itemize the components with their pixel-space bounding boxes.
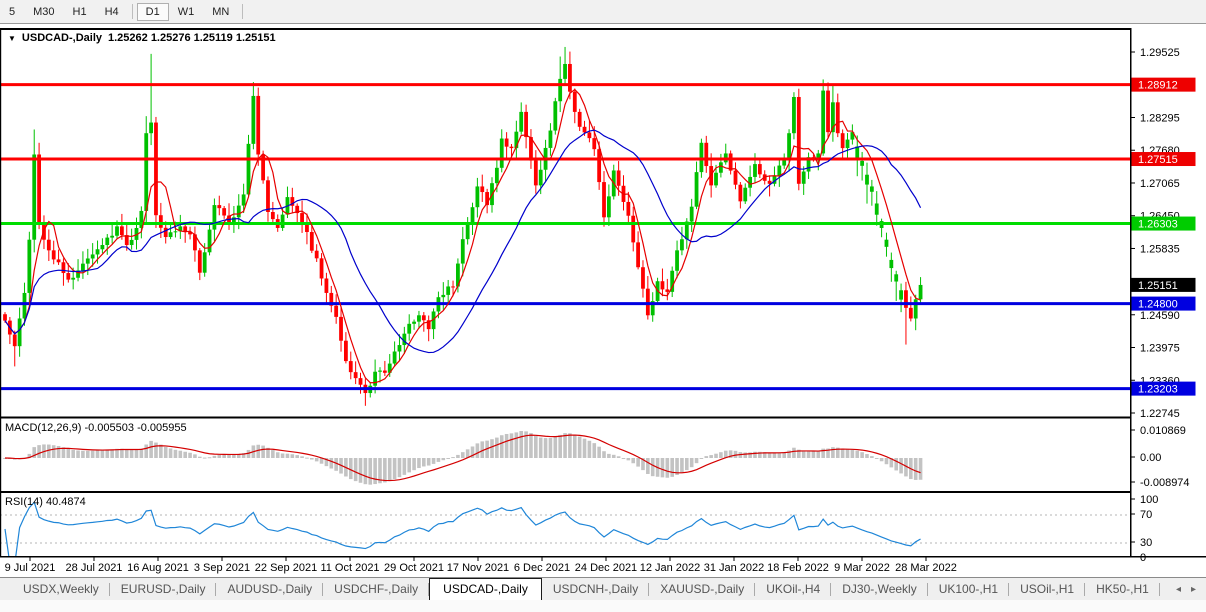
- chart-left-border: [0, 28, 2, 558]
- chart-title: ▼ USDCAD-,Daily 1.25262 1.25276 1.25119 …: [8, 32, 276, 44]
- svg-text:1.22745: 1.22745: [1140, 408, 1180, 420]
- svg-text:3 Sep 2021: 3 Sep 2021: [194, 562, 250, 574]
- timeframe-toolbar: 5 M30 H1 H4 D1 W1 MN: [0, 0, 1206, 24]
- toolbar-divider: [131, 4, 133, 19]
- svg-text:1.28912: 1.28912: [1138, 80, 1178, 92]
- status-strip: [0, 600, 1206, 612]
- svg-text:100: 100: [1140, 494, 1158, 506]
- timeframe-w1-button[interactable]: W1: [169, 3, 204, 21]
- tab-uk100-h1[interactable]: UK100-,H1: [928, 579, 1010, 599]
- tab-scroll-controls: ◂ ▸: [1176, 584, 1196, 595]
- tab-usoil-h1[interactable]: USOil-,H1: [1009, 579, 1086, 599]
- svg-text:29 Oct 2021: 29 Oct 2021: [384, 562, 444, 574]
- toolbar-divider: [242, 4, 244, 19]
- tab-scroll-right-icon[interactable]: ▸: [1191, 584, 1196, 595]
- panel-divider[interactable]: [0, 491, 1130, 493]
- svg-text:9 Mar 2022: 9 Mar 2022: [834, 562, 890, 574]
- rsi-line: [4, 501, 921, 556]
- svg-text:1.24590: 1.24590: [1140, 310, 1180, 322]
- tab-usdcad-daily[interactable]: USDCAD-,Daily: [429, 578, 542, 600]
- chart-ohlc-values: 1.25262 1.25276 1.25119 1.25151: [108, 32, 276, 44]
- svg-text:31 Jan 2022: 31 Jan 2022: [704, 562, 765, 574]
- svg-text:24 Dec 2021: 24 Dec 2021: [575, 562, 637, 574]
- svg-text:0.00: 0.00: [1140, 452, 1161, 464]
- svg-text:1.24800: 1.24800: [1138, 299, 1178, 311]
- svg-text:1.25151: 1.25151: [1138, 280, 1178, 292]
- tab-hk50-h1[interactable]: HK50-,H1: [1085, 579, 1160, 599]
- macd-histogram: [3, 431, 923, 485]
- tab-scroll-left-icon[interactable]: ◂: [1176, 584, 1181, 595]
- svg-text:9 Jul 2021: 9 Jul 2021: [5, 562, 56, 574]
- svg-text:11 Oct 2021: 11 Oct 2021: [320, 562, 379, 574]
- tab-eurusd-daily[interactable]: EURUSD-,Daily: [110, 579, 217, 599]
- svg-text:1.23203: 1.23203: [1138, 384, 1178, 396]
- tab-audusd-daily[interactable]: AUDUSD-,Daily: [216, 579, 323, 599]
- symbol-tab-bar: USDX,Weekly EURUSD-,Daily AUDUSD-,Daily …: [0, 577, 1206, 600]
- timeframe-h1-button[interactable]: H1: [64, 3, 96, 21]
- svg-text:1.26303: 1.26303: [1138, 219, 1178, 231]
- indicator-axes: 0.010869 0.00 -0.008974 100 70 30 0: [1130, 425, 1190, 564]
- chart-top-border: [0, 28, 1130, 30]
- collapse-arrow-icon[interactable]: ▼: [8, 34, 16, 43]
- tab-dj30-weekly[interactable]: DJ30-,Weekly: [831, 579, 929, 599]
- mt4-window: 5 M30 H1 H4 D1 W1 MN ▼ USDCAD-,Daily 1.2…: [0, 0, 1206, 612]
- svg-text:1.27065: 1.27065: [1140, 178, 1180, 190]
- svg-text:18 Feb 2022: 18 Feb 2022: [767, 562, 829, 574]
- candlestick-series: [3, 46, 923, 406]
- svg-text:0.010869: 0.010869: [1140, 425, 1186, 437]
- svg-text:22 Sep 2021: 22 Sep 2021: [255, 562, 317, 574]
- rsi-indicator-label: RSI(14) 40.4874: [5, 496, 86, 508]
- svg-text:12 Jan 2022: 12 Jan 2022: [640, 562, 701, 574]
- timeframe-m5-button[interactable]: 5: [0, 3, 24, 21]
- svg-text:0: 0: [1140, 552, 1146, 564]
- tab-usdcnh-daily[interactable]: USDCNH-,Daily: [542, 579, 650, 599]
- svg-text:70: 70: [1140, 509, 1152, 521]
- timeframe-h4-button[interactable]: H4: [96, 3, 128, 21]
- tab-ukoil-h4[interactable]: UKOil-,H4: [755, 579, 832, 599]
- chart-canvas[interactable]: 1.295251.282951.276801.270651.264501.258…: [0, 26, 1206, 577]
- chart-bottom-border: [0, 556, 1206, 558]
- svg-text:17 Nov 2021: 17 Nov 2021: [447, 562, 509, 574]
- price-axis-border: [1130, 28, 1132, 558]
- svg-text:6 Dec 2021: 6 Dec 2021: [514, 562, 570, 574]
- svg-text:1.27515: 1.27515: [1138, 154, 1178, 166]
- macd-indicator-label: MACD(12,26,9) -0.005503 -0.005955: [5, 422, 187, 434]
- price-axis[interactable]: 1.295251.282951.276801.270651.264501.258…: [1130, 47, 1196, 420]
- svg-text:30: 30: [1140, 537, 1152, 549]
- svg-text:1.23975: 1.23975: [1140, 343, 1180, 355]
- svg-text:1.25835: 1.25835: [1140, 243, 1180, 255]
- svg-text:16 Aug 2021: 16 Aug 2021: [127, 562, 189, 574]
- svg-text:-0.008974: -0.008974: [1140, 477, 1190, 489]
- svg-text:28 Jul 2021: 28 Jul 2021: [66, 562, 123, 574]
- timeframe-d1-button[interactable]: D1: [136, 2, 169, 21]
- tab-usdx-weekly[interactable]: USDX,Weekly: [12, 579, 110, 599]
- timeframe-mn-button[interactable]: MN: [203, 3, 238, 21]
- svg-text:1.28295: 1.28295: [1140, 112, 1180, 124]
- svg-text:1.29525: 1.29525: [1140, 47, 1180, 59]
- date-axis[interactable]: 9 Jul 2021 28 Jul 2021 16 Aug 2021 3 Sep 20…: [5, 557, 957, 575]
- chart-symbol-period: USDCAD-,Daily: [21, 32, 102, 44]
- panel-divider[interactable]: [0, 416, 1130, 419]
- svg-text:28 Mar 2022: 28 Mar 2022: [895, 562, 957, 574]
- tab-usdchf-daily[interactable]: USDCHF-,Daily: [323, 579, 430, 599]
- timeframe-m30-button[interactable]: M30: [24, 3, 63, 21]
- tab-xauusd-daily[interactable]: XAUUSD-,Daily: [649, 579, 756, 599]
